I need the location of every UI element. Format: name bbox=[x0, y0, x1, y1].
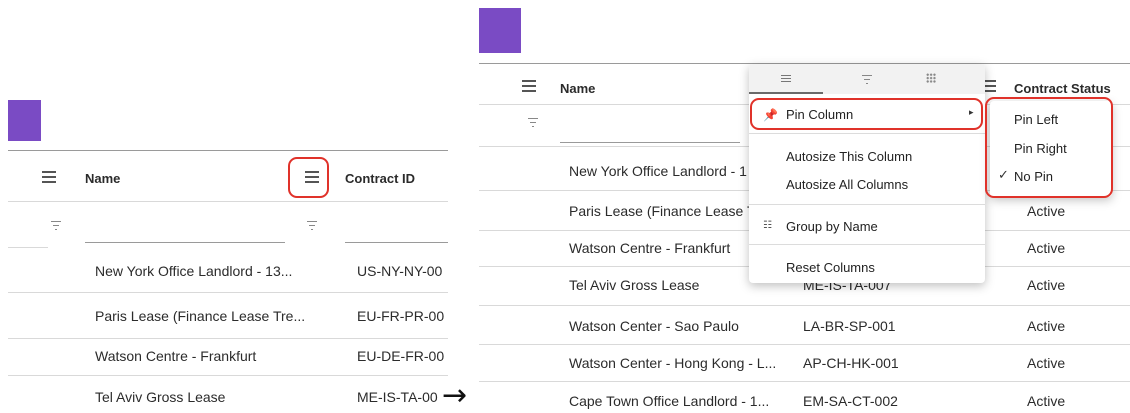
right-row-4-status: Active bbox=[1027, 277, 1066, 293]
right-row-5-id: LA-BR-SP-001 bbox=[803, 318, 896, 334]
left-row-4-id: ME-IS-TA-00 bbox=[357, 389, 438, 405]
left-row-3-name: Watson Centre - Frankfurt bbox=[95, 348, 257, 364]
right-row-3-name: Watson Centre - Frankfurt bbox=[569, 240, 731, 256]
left-filter-row-border bbox=[8, 247, 48, 248]
left-header-name[interactable]: Name bbox=[85, 171, 120, 186]
menu-separator bbox=[749, 244, 985, 245]
filter-tab-icon[interactable] bbox=[862, 75, 872, 87]
right-row-3-status: Active bbox=[1027, 240, 1066, 256]
left-row-menu-icon[interactable] bbox=[42, 171, 56, 186]
left-filter-input[interactable] bbox=[85, 242, 285, 243]
right-row-7-status: Active bbox=[1027, 393, 1066, 409]
pin-submenu-highlight bbox=[985, 97, 1113, 198]
left-header-bottom-border bbox=[8, 201, 448, 202]
right-row-divider bbox=[479, 305, 1130, 306]
left-row-3-id: EU-DE-FR-00 bbox=[357, 348, 445, 364]
group-by-name-item[interactable]: Group by Name bbox=[786, 219, 878, 234]
left-row-1-name: New York Office Landlord - 13... bbox=[95, 263, 293, 279]
right-row-divider bbox=[479, 381, 1130, 382]
menu-separator bbox=[749, 133, 985, 134]
right-row-4-name: Tel Aviv Gross Lease bbox=[569, 277, 700, 293]
right-row-2-name: Paris Lease (Finance Lease T bbox=[569, 203, 756, 219]
right-toolbar-block bbox=[479, 8, 521, 53]
left-filter-input-2[interactable] bbox=[345, 242, 448, 243]
right-row-menu-icon[interactable] bbox=[522, 80, 536, 95]
left-filter-icon-2[interactable] bbox=[306, 221, 318, 233]
left-row-1-id: US-NY-NY-00 bbox=[357, 263, 443, 279]
left-row-2-name: Paris Lease (Finance Lease Tre... bbox=[95, 308, 306, 324]
columns-tab-icon[interactable] bbox=[926, 73, 936, 83]
right-row-6-status: Active bbox=[1027, 355, 1066, 371]
menu-separator bbox=[749, 204, 985, 205]
right-row-6-name: Watson Center - Hong Kong - L... bbox=[569, 355, 777, 371]
right-row-5-name: Watson Center - Sao Paulo bbox=[569, 318, 739, 334]
group-icon: ☷ bbox=[763, 220, 772, 231]
left-row-2-id: EU-FR-PR-00 bbox=[357, 308, 445, 324]
left-header-contract-id[interactable]: Contract ID bbox=[345, 171, 415, 186]
autosize-this-column-item[interactable]: Autosize This Column bbox=[786, 149, 912, 164]
right-header-name[interactable]: Name bbox=[560, 81, 595, 96]
left-row-divider bbox=[8, 292, 448, 293]
right-header-contract-status[interactable]: Contract Status bbox=[1014, 81, 1111, 96]
left-header-top-border bbox=[8, 150, 448, 151]
right-row-1-name: New York Office Landlord - 1 bbox=[569, 163, 747, 179]
column-menu-highlight bbox=[288, 157, 329, 198]
autosize-all-columns-item[interactable]: Autosize All Columns bbox=[786, 177, 908, 192]
right-filter-input[interactable] bbox=[560, 142, 740, 143]
general-tab-underline bbox=[749, 92, 823, 94]
left-row-divider bbox=[8, 375, 448, 376]
arrow-right-icon: → bbox=[442, 378, 468, 413]
column-menu-popup: 📌 Pin Column ▸ Autosize This Column Auto… bbox=[749, 64, 985, 283]
left-row-divider bbox=[8, 338, 448, 339]
left-row-4-name: Tel Aviv Gross Lease bbox=[95, 389, 226, 405]
left-toolbar-block bbox=[8, 100, 41, 141]
right-row-7-id: EM-SA-CT-002 bbox=[803, 393, 898, 409]
right-filter-icon[interactable] bbox=[527, 118, 539, 130]
right-row-6-id: AP-CH-HK-001 bbox=[803, 355, 899, 371]
right-row-2-status: Active bbox=[1027, 203, 1066, 219]
right-row-5-status: Active bbox=[1027, 318, 1066, 334]
left-filter-icon-1[interactable] bbox=[50, 221, 62, 233]
general-tab-icon[interactable] bbox=[781, 75, 791, 85]
right-row-7-name: Cape Town Office Landlord - 1... bbox=[569, 393, 770, 409]
pin-column-highlight bbox=[750, 98, 983, 130]
reset-columns-item[interactable]: Reset Columns bbox=[786, 260, 875, 275]
right-row-divider bbox=[479, 344, 1130, 345]
